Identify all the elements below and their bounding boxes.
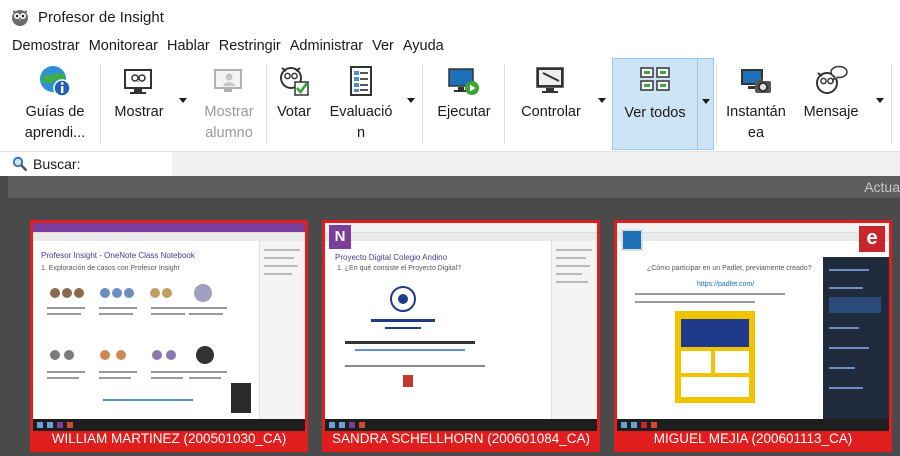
- search-icon: [12, 156, 28, 172]
- thumbnail-subheading: 1. Exploración de casos con Profesor Ins…: [41, 265, 180, 272]
- edge-badge-icon: e: [859, 226, 885, 252]
- search-bar: Buscar:: [0, 152, 900, 176]
- message-dropdown[interactable]: [872, 58, 888, 150]
- ribbon-separator: [504, 64, 505, 144]
- student-tile[interactable]: N Proyecto Digital Colegio Andino 1. ¿En…: [322, 220, 600, 452]
- student-grid-panel: Actua Profesor Insight - OneNote Class N…: [0, 176, 900, 456]
- clipboard-list-icon: [350, 66, 372, 96]
- show-dropdown[interactable]: [175, 58, 191, 150]
- notification-panel: [823, 257, 889, 419]
- thumbnail-link: https://padlet.com/: [697, 281, 755, 288]
- vote-label: Votar: [277, 104, 311, 120]
- student-name-label: SANDRA SCHELLHORN (200601084_CA): [331, 431, 591, 446]
- window-title: Profesor de Insight: [38, 8, 164, 26]
- thumbnail-heading: Profesor Insight - OneNote Class Noteboo…: [41, 251, 195, 260]
- vote-button[interactable]: Votar: [270, 58, 318, 150]
- show-student-label-1: Mostrar: [204, 104, 254, 120]
- grid-header: Actua: [8, 176, 900, 198]
- thumbnail-content-illustrations: [47, 284, 227, 401]
- thumbnail-heading: ¿Cómo participar en un Padlet, previamen…: [647, 265, 812, 272]
- thumbnail-subheading: 1. ¿En qué consiste el Proyecto Digital?: [337, 265, 462, 272]
- execute-label: Ejecutar: [437, 104, 491, 120]
- show-student-button[interactable]: Mostrar alumno: [194, 58, 264, 150]
- student-name-label: MIGUEL MEJIA (200601113_CA): [653, 431, 853, 446]
- owl-speech-icon: [816, 65, 848, 94]
- snapshot-button[interactable]: Instantán ea: [720, 58, 792, 150]
- camera-monitor-icon: [741, 69, 771, 93]
- monitor-grid-icon: [640, 67, 670, 91]
- title-bar: Profesor de Insight: [0, 0, 900, 34]
- evaluation-label-2: n: [356, 125, 366, 141]
- menu-administrar[interactable]: Administrar: [290, 38, 363, 54]
- student-screen-thumbnail[interactable]: Profesor Insight - OneNote Class Noteboo…: [33, 223, 305, 431]
- ribbon-separator: [266, 64, 267, 144]
- guides-label-2: aprendi...: [24, 125, 86, 141]
- thumbnail-content-page: [635, 293, 785, 403]
- thumbnail-content-logo: [345, 286, 485, 387]
- guides-label-1: Guías de: [25, 104, 85, 120]
- ribbon-toolbar: Guías de aprendi... Mostrar Mostrar alum…: [0, 58, 900, 152]
- student-tile[interactable]: e ¿Cómo participar en un Padlet, previam…: [614, 220, 892, 452]
- student-name-label: WILLIAM MARTINEZ (200501030_CA): [51, 431, 287, 446]
- notebook-icon: [621, 229, 643, 251]
- message-button[interactable]: Mensaje: [794, 58, 868, 150]
- control-label: Controlar: [521, 104, 581, 120]
- ribbon-separator: [716, 64, 717, 144]
- search-input[interactable]: [172, 152, 900, 176]
- monitor-run-icon: [448, 68, 479, 95]
- ribbon-separator: [422, 64, 423, 144]
- onenote-badge-icon: N: [329, 225, 351, 249]
- menu-demostrar[interactable]: Demostrar: [12, 38, 80, 54]
- monitor-mouse-icon: [536, 67, 564, 93]
- snapshot-label-2: ea: [747, 125, 765, 141]
- guides-button[interactable]: Guías de aprendi...: [14, 58, 96, 150]
- student-screen-thumbnail[interactable]: e ¿Cómo participar en un Padlet, previam…: [617, 223, 889, 431]
- show-student-label-2: alumno: [205, 125, 253, 141]
- view-all-label: Ver todos: [624, 105, 686, 121]
- show-label: Mostrar: [114, 104, 164, 120]
- student-tile[interactable]: Profesor Insight - OneNote Class Noteboo…: [30, 220, 308, 452]
- owl-monitor-icon: [124, 69, 152, 94]
- execute-button[interactable]: Ejecutar: [428, 58, 500, 150]
- menu-bar: Demostrar Monitorear Hablar Restringir A…: [0, 34, 900, 58]
- insight-owl-icon: [12, 10, 28, 26]
- evaluation-label-1: Evaluació: [329, 104, 393, 120]
- student-monitor-icon: [214, 69, 242, 92]
- globe-info-icon: [40, 66, 71, 97]
- student-screen-thumbnail[interactable]: N Proyecto Digital Colegio Andino 1. ¿En…: [325, 223, 597, 431]
- search-label: Buscar:: [33, 156, 81, 172]
- control-button[interactable]: Controlar: [510, 58, 592, 150]
- menu-monitorear[interactable]: Monitorear: [89, 38, 158, 54]
- snapshot-label-1: Instantán: [726, 104, 786, 120]
- control-dropdown[interactable]: [594, 58, 610, 150]
- view-all-dropdown[interactable]: [698, 58, 714, 150]
- message-label: Mensaje: [803, 104, 859, 120]
- menu-ayuda[interactable]: Ayuda: [403, 38, 444, 54]
- thumbnail-heading: Proyecto Digital Colegio Andino: [335, 253, 448, 262]
- grid-header-text: Actua: [864, 179, 900, 195]
- view-all-button[interactable]: Ver todos: [612, 58, 698, 150]
- ribbon-separator: [891, 64, 892, 144]
- menu-ver[interactable]: Ver: [372, 38, 394, 54]
- evaluation-dropdown[interactable]: [403, 58, 419, 150]
- menu-restringir[interactable]: Restringir: [219, 38, 281, 54]
- ribbon-separator: [100, 64, 101, 144]
- show-button[interactable]: Mostrar: [104, 58, 174, 150]
- onenote-titlebar: [33, 223, 305, 233]
- menu-hablar[interactable]: Hablar: [167, 38, 210, 54]
- owl-check-icon: [280, 67, 309, 96]
- evaluation-button[interactable]: Evaluació n: [322, 58, 400, 150]
